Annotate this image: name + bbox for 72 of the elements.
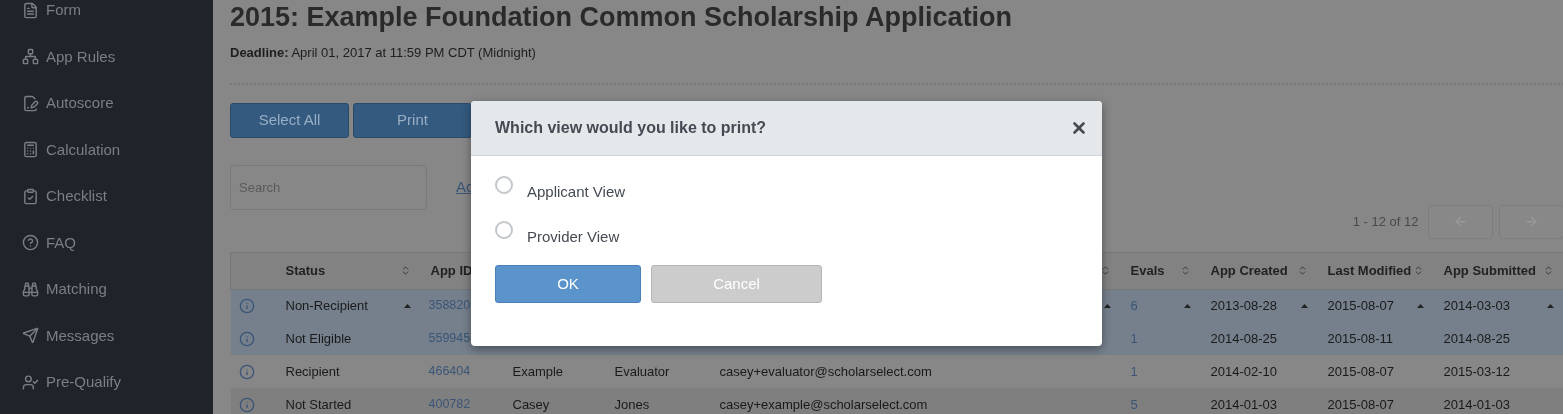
column-header[interactable]: App ID (430, 260, 473, 281)
table-row[interactable]: Recipient 466404 Example Evaluator casey+evaluator@scholarselect.com 1 2014-02-10 2015-08-07 2015-03-12 (230, 355, 1563, 388)
table-cell-text: Not Eligible (285, 329, 352, 348)
sidebar-icon (22, 234, 39, 252)
sidebar-item[interactable]: App Rules (0, 33, 213, 80)
sidebar-item[interactable]: Autoscore (0, 80, 213, 127)
table-cell-text: 2014-08-25 (1443, 329, 1510, 348)
table-cell-text: Jones (614, 395, 650, 414)
table-cell-text: 2015-08-07 (1327, 297, 1394, 315)
sidebar-item[interactable]: FAQ (0, 219, 213, 266)
sidebar-icon (22, 280, 39, 298)
sidebar-item[interactable]: Messages (0, 312, 213, 359)
toolbar-button[interactable]: Print (353, 102, 472, 138)
sidebar-icon (22, 1, 39, 19)
toolbar-button[interactable]: Select All (230, 102, 349, 138)
table-cell-text: 2014-01-03 (1443, 395, 1510, 414)
table-cell-text: Evaluator (614, 362, 670, 381)
sidebar-item[interactable]: Matching (0, 266, 213, 313)
caret-icon (1300, 303, 1308, 308)
table-cell-text: 2014-08-25 (1210, 329, 1277, 348)
table-cell-text: 2013-08-28 (1210, 297, 1277, 315)
radio-option[interactable]: Applicant View (495, 178, 626, 201)
column-header[interactable]: App Created (1210, 260, 1288, 281)
table-cell-text: 2014-01-03 (1210, 395, 1277, 414)
caret-icon (1103, 303, 1111, 308)
info-icon[interactable] (238, 330, 255, 347)
sidebar-item[interactable]: Calculation (0, 126, 213, 173)
table-link-cell[interactable]: 466404 (428, 362, 471, 381)
table-row[interactable]: Not Started 400782 Casey Jones casey+example@scholarselect.com 5 2014-01-03 2015-08-07 2014-01-03 (230, 388, 1563, 414)
table-cell-text: 2014-02-10 (1210, 362, 1277, 381)
column-header[interactable]: Status (285, 260, 326, 281)
sidebar-item[interactable]: Checklist (0, 173, 213, 220)
table-cell-text: 2015-08-11 (1327, 329, 1394, 348)
table-cell-text: casey+example@scholarselect.com (719, 395, 928, 414)
column-header[interactable]: App Submitted (1443, 260, 1536, 281)
info-icon[interactable] (238, 363, 255, 380)
sidebar-icon (22, 327, 39, 345)
table-cell-text: 2015-08-07 (1327, 362, 1394, 381)
sidebar-icon (22, 94, 39, 112)
table-cell-text: Example (512, 362, 564, 381)
column-header[interactable]: Evals (1130, 260, 1165, 281)
sidebar-icon (22, 373, 39, 391)
sidebar-item[interactable]: Pre-Qualify (0, 359, 213, 406)
radio-option[interactable]: Provider View (495, 223, 620, 246)
table-cell-text: Non-Recipient (285, 297, 368, 315)
caret-icon (1546, 303, 1554, 308)
table-cell-text: 2015-08-07 (1327, 395, 1394, 414)
caret-icon (1183, 303, 1191, 308)
close-icon (1070, 119, 1088, 137)
deadline-text: Deadline: April 01, 2017 at 11:59 PM CDT (Midnight) (230, 44, 536, 62)
radio-button[interactable] (495, 221, 513, 239)
dialog-title: Which view would you like to print? (495, 118, 767, 138)
table-link-cell[interactable]: 1 (1130, 361, 1138, 382)
table-cell-text: casey+evaluator@scholarselect.com (719, 362, 932, 381)
table-cell-text: Casey (512, 395, 550, 414)
table-cell-text: 2015-03-12 (1443, 362, 1510, 381)
sidebar-icon (22, 141, 39, 159)
page-title: 2015: Example Foundation Common Scholarship Application (230, 4, 1013, 31)
sidebar-item[interactable]: Form (0, 0, 213, 34)
sidebar-icon (22, 48, 39, 66)
radio-button[interactable] (495, 176, 513, 194)
table-cell-text: Recipient (285, 362, 340, 381)
table-cell-text: Not Started (285, 395, 352, 414)
ok-button[interactable]: OK (495, 265, 641, 303)
caret-icon (1416, 303, 1424, 308)
info-icon[interactable] (238, 297, 255, 314)
sidebar-icon (22, 187, 39, 205)
column-header[interactable]: Last Modified (1327, 260, 1412, 281)
pagination-range: 1 - 12 of 12 (1352, 212, 1419, 231)
info-icon[interactable] (238, 396, 255, 413)
table-cell-text: 2014-03-03 (1443, 297, 1510, 315)
caret-icon (403, 303, 411, 308)
